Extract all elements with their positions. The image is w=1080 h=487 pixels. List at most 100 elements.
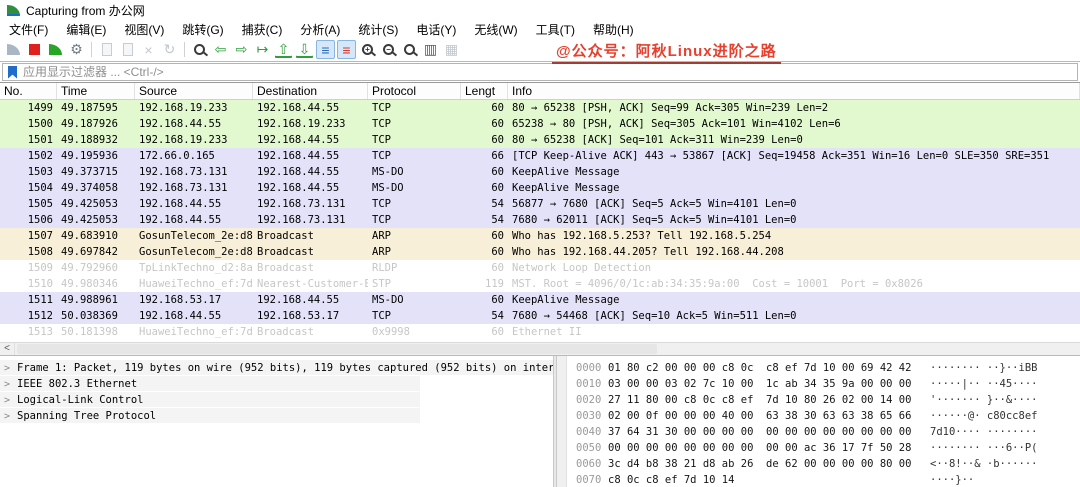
packet-row[interactable]: 150849.697842GosunTelecom_2e:d8:…Broadca…	[0, 244, 1080, 260]
restart-capture-icon[interactable]	[46, 40, 65, 59]
go-forward-icon[interactable]: ⇨	[232, 40, 251, 59]
menu-item[interactable]: 无线(W)	[465, 20, 526, 39]
bookmark-icon[interactable]	[8, 66, 17, 79]
cell-time: 50.181398	[57, 324, 135, 340]
capture-options-icon[interactable]: ⚙	[67, 40, 86, 59]
expander-icon[interactable]: >	[4, 395, 10, 406]
cell-info: [TCP Keep-Alive ACK] 443 → 53867 [ACK] S…	[508, 148, 1080, 164]
start-capture-icon[interactable]	[4, 40, 23, 59]
menu-item[interactable]: 编辑(E)	[57, 20, 115, 39]
packet-row[interactable]: 151350.181398HuaweiTechno_ef:7d:…Broadca…	[0, 324, 1080, 340]
hex-offset: 0010	[576, 376, 608, 392]
column-header-source[interactable]: Source	[135, 83, 253, 99]
hex-row[interactable]: 003002 00 0f 00 00 00 40 00 63 38 30 63 …	[576, 408, 1037, 424]
detail-tree-item[interactable]: >Frame 1: Packet, 119 bytes on wire (952…	[0, 360, 553, 376]
display-filter-input[interactable]	[23, 65, 1077, 79]
detail-tree-item[interactable]: >Logical-Link Control	[0, 392, 420, 408]
menu-item[interactable]: 文件(F)	[0, 20, 57, 39]
open-capture-icon[interactable]	[97, 40, 116, 59]
layout-columns-icon[interactable]: ▦	[442, 40, 461, 59]
packet-row[interactable]: 151049.980346HuaweiTechno_ef:7d:…Nearest…	[0, 276, 1080, 292]
packet-row[interactable]: 150049.187926192.168.44.55192.168.19.233…	[0, 116, 1080, 132]
cell-proto: TCP	[368, 196, 461, 212]
menu-item[interactable]: 工具(T)	[527, 20, 584, 39]
cell-src: 192.168.53.17	[135, 292, 253, 308]
detail-text: IEEE 802.3 Ethernet	[17, 378, 137, 390]
packet-row[interactable]: 150649.425053192.168.44.55192.168.73.131…	[0, 212, 1080, 228]
menu-item[interactable]: 帮助(H)	[584, 20, 643, 39]
find-packet-icon[interactable]	[190, 40, 209, 59]
zoom-reset-icon[interactable]	[400, 40, 419, 59]
lower-panes: >Frame 1: Packet, 119 bytes on wire (952…	[0, 356, 1080, 487]
auto-scroll-icon[interactable]: ≡	[316, 40, 335, 59]
detail-tree-item[interactable]: > IEEE 802.3 Ethernet	[0, 376, 420, 392]
packet-row[interactable]: 150449.374058192.168.73.131192.168.44.55…	[0, 180, 1080, 196]
hex-row[interactable]: 00603c d4 b8 38 21 d8 ab 26 de 62 00 00 …	[576, 456, 1037, 472]
go-first-icon[interactable]: ⇧	[274, 40, 293, 59]
menu-item[interactable]: 跳转(G)	[173, 20, 232, 39]
resize-columns-icon[interactable]: ▥	[421, 40, 440, 59]
column-header-destination[interactable]: Destination	[253, 83, 368, 99]
expander-icon[interactable]: >	[4, 379, 10, 390]
horizontal-scrollbar[interactable]: <	[0, 342, 1080, 356]
menu-item[interactable]: 视图(V)	[115, 20, 173, 39]
cell-src: TpLinkTechno_d2:8a:…	[135, 260, 253, 276]
column-header-no[interactable]: No.	[0, 83, 57, 99]
cell-src: 172.66.0.165	[135, 148, 253, 164]
save-capture-icon[interactable]	[118, 40, 137, 59]
packet-row[interactable]: 151149.988961192.168.53.17192.168.44.55M…	[0, 292, 1080, 308]
hex-offset: 0050	[576, 440, 608, 456]
cell-len: 60	[461, 116, 508, 132]
column-header-protocol[interactable]: Protocol	[368, 83, 461, 99]
main-toolbar: ⚙×↻⇦⇨↦⇧⇩≡≡+−▥▦ @公众号：阿秋Linux进阶之路	[0, 38, 1080, 62]
hex-ascii: ······@· c80cc8ef	[930, 410, 1037, 422]
scrollbar-thumb[interactable]	[17, 344, 657, 354]
packet-row[interactable]: 150249.195936172.66.0.165192.168.44.55TC…	[0, 148, 1080, 164]
reload-capture-icon[interactable]: ↻	[160, 40, 179, 59]
packet-list-rows: 149949.187595192.168.19.233192.168.44.55…	[0, 100, 1080, 340]
hex-row[interactable]: 0070c8 0c c8 ef 7d 10 14····}··	[576, 472, 1037, 487]
hex-row[interactable]: 001003 00 00 03 02 7c 10 00 1c ab 34 35 …	[576, 376, 1037, 392]
packet-row[interactable]: 150349.373715192.168.73.131192.168.44.55…	[0, 164, 1080, 180]
menu-item[interactable]: 统计(S)	[349, 20, 407, 39]
packet-row[interactable]: 150749.683910GosunTelecom_2e:d8:…Broadca…	[0, 228, 1080, 244]
hex-row[interactable]: 000001 80 c2 00 00 00 c8 0c c8 ef 7d 10 …	[576, 360, 1037, 376]
expander-icon[interactable]: >	[4, 363, 10, 374]
column-header-lengt[interactable]: Lengt	[461, 83, 508, 99]
column-header-info[interactable]: Info	[508, 83, 1080, 99]
go-back-icon[interactable]: ⇦	[211, 40, 230, 59]
column-header-time[interactable]: Time	[57, 83, 135, 99]
cell-no: 1501	[0, 132, 57, 148]
document-shape	[102, 43, 112, 56]
menu-item[interactable]: 分析(A)	[291, 20, 349, 39]
display-filter-box[interactable]	[2, 63, 1078, 81]
scrollbar-track[interactable]	[15, 343, 1080, 355]
go-last-icon[interactable]: ⇩	[295, 40, 314, 59]
stop-capture-icon[interactable]	[25, 40, 44, 59]
packet-row[interactable]: 151250.038369192.168.44.55192.168.53.17T…	[0, 308, 1080, 324]
hex-row[interactable]: 005000 00 00 00 00 00 00 00 00 00 ac 36 …	[576, 440, 1037, 456]
cell-time: 49.187595	[57, 100, 135, 116]
wireshark-window: Capturing from 办公网 文件(F)编辑(E)视图(V)跳转(G)捕…	[0, 0, 1080, 487]
zoom-out-icon[interactable]: −	[379, 40, 398, 59]
cell-dst: 192.168.53.17	[253, 308, 368, 324]
cell-len: 60	[461, 132, 508, 148]
packet-row[interactable]: 150949.792960TpLinkTechno_d2:8a:…Broadca…	[0, 260, 1080, 276]
packet-row[interactable]: 150149.188932192.168.19.233192.168.44.55…	[0, 132, 1080, 148]
colorize-packets-icon[interactable]: ≡	[337, 40, 356, 59]
hex-scrollbar[interactable]	[557, 356, 567, 487]
scroll-left-button[interactable]: <	[0, 343, 15, 355]
menu-item[interactable]: 电话(Y)	[407, 20, 465, 39]
close-capture-icon[interactable]: ×	[139, 40, 158, 59]
menu-item[interactable]: 捕获(C)	[233, 20, 292, 39]
expander-icon[interactable]: >	[4, 411, 10, 422]
hex-offset: 0000	[576, 360, 608, 376]
hex-row[interactable]: 004037 64 31 30 00 00 00 00 00 00 00 00 …	[576, 424, 1037, 440]
hex-row[interactable]: 002027 11 80 00 c8 0c c8 ef 7d 10 80 26 …	[576, 392, 1037, 408]
packet-row[interactable]: 149949.187595192.168.19.233192.168.44.55…	[0, 100, 1080, 116]
go-to-packet-icon[interactable]: ↦	[253, 40, 272, 59]
packet-row[interactable]: 150549.425053192.168.44.55192.168.73.131…	[0, 196, 1080, 212]
detail-tree-item[interactable]: >Spanning Tree Protocol	[0, 408, 420, 424]
cell-dst: Broadcast	[253, 228, 368, 244]
zoom-in-icon[interactable]: +	[358, 40, 377, 59]
